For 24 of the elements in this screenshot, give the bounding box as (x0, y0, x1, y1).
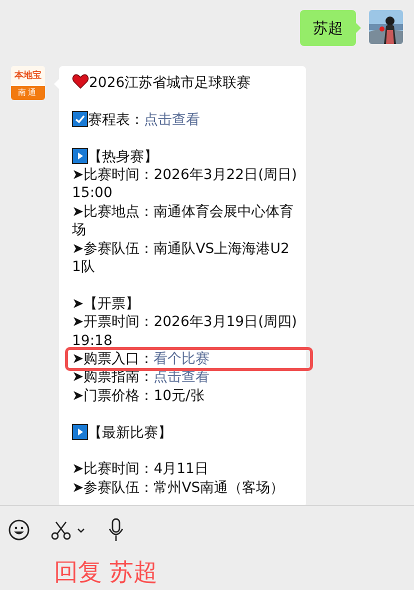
message-text: ➤购票入口： (72, 351, 154, 368)
message-text: ➤比赛地点：南通体育会展中心体育场 (72, 202, 295, 240)
emoji-icon[interactable] (8, 519, 30, 541)
reply-target: 回复 苏超 (54, 557, 158, 588)
checkbox-icon (72, 110, 88, 127)
message-text: ➤开票时间：2026年3月19日(周四)19:18 (72, 313, 298, 350)
play-icon (72, 148, 88, 164)
message-text: ➤门票价格：10元/张 (72, 386, 206, 406)
message-text: 【最新比赛】 (88, 424, 172, 441)
message-text: ➤【开票】 (72, 294, 141, 314)
link[interactable]: 点击查看 (144, 112, 200, 128)
message-text: ➤比赛时间：4月11日 (72, 460, 210, 479)
message-text: 【热身赛】 (88, 148, 158, 165)
message-text: 赛程表： (88, 112, 144, 128)
logo-avatar[interactable]: 本地宝 南通 (11, 66, 45, 100)
message-bubble: 苏超 (300, 10, 356, 46)
message-text: ➤参赛队伍：南通队VS上海海港U21队 (72, 240, 290, 276)
play-icon (72, 424, 88, 440)
message-text: 2026江苏省城市足球联赛 (89, 75, 251, 91)
microphone-icon[interactable] (108, 518, 124, 542)
message-text: ➤参赛队伍：常州VS南通（客场） (72, 478, 286, 498)
message-text: ➤比赛时间：2026年3月22日(周日)15:00 (72, 166, 298, 203)
link[interactable]: 看个比赛 (154, 351, 210, 368)
heart-icon (72, 74, 89, 89)
